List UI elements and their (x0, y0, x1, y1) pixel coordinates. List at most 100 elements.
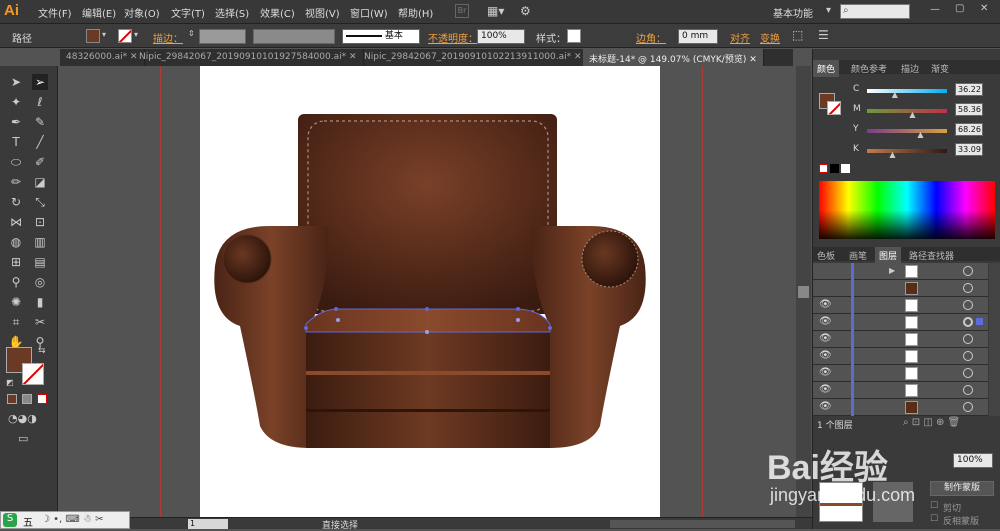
tab-doc-2[interactable]: Nipic_29842067_20190910101927584000.ai* … (133, 49, 364, 66)
slice-tool-icon[interactable]: ✂ (32, 314, 48, 330)
menu-view[interactable]: 视图(V) (305, 5, 340, 20)
pencil-tool-icon[interactable]: ✏ (8, 174, 24, 190)
layer-row[interactable]: 👁 (813, 331, 988, 348)
channel-m-thumb[interactable]: ▲ (909, 110, 915, 119)
stroke-weight-label[interactable]: 描边： (153, 30, 183, 45)
target-circle-icon[interactable] (963, 368, 973, 378)
swap-fill-stroke-icon[interactable]: ⇆ (38, 346, 46, 356)
chair-base[interactable] (306, 332, 550, 448)
blend-tool-icon[interactable]: ◎ (32, 274, 48, 290)
free-transform-tool-icon[interactable]: ⊡ (32, 214, 48, 230)
menu-effect[interactable]: 效果(C) (260, 5, 295, 20)
canvas-area[interactable] (60, 66, 793, 517)
bridge-button[interactable]: Br (455, 4, 469, 18)
clip-checkbox[interactable]: ☐ (930, 501, 938, 511)
control-panel-menu-icon[interactable]: ☰ (818, 28, 829, 42)
stroke-weight-field[interactable] (199, 29, 246, 44)
channel-c-thumb[interactable]: ▲ (892, 90, 898, 99)
visibility-eye-icon[interactable]: 👁 (819, 401, 832, 413)
rotate-tool-icon[interactable]: ↻ (8, 194, 24, 210)
menu-help[interactable]: 帮助(H) (398, 5, 433, 20)
scrollbar-thumb[interactable] (798, 286, 809, 298)
layer-row[interactable]: 👁 (813, 365, 988, 382)
graphic-style-swatch[interactable] (567, 29, 581, 43)
channel-k-track[interactable] (867, 149, 947, 153)
gpu-performance-icon[interactable]: ⚙ (520, 4, 531, 18)
layer-row[interactable]: 👁 (813, 314, 988, 331)
close-window-button[interactable]: ✕ (980, 3, 988, 14)
isolate-object-icon[interactable]: ⬚ (792, 28, 803, 42)
visibility-eye-icon[interactable]: 👁 (819, 299, 832, 311)
layers-list[interactable]: ▶ 👁 👁 👁 👁 👁 👁 👁 (813, 263, 988, 416)
workspace-switcher[interactable]: 基本功能 (773, 5, 813, 20)
horizontal-scrollbar[interactable] (610, 520, 795, 528)
stroke-swatch[interactable] (118, 29, 132, 43)
target-circle-icon[interactable] (963, 385, 973, 395)
expand-arrow-icon[interactable]: ▶ (889, 266, 895, 275)
channel-c-value[interactable]: 36.22 (955, 83, 983, 96)
layer-row[interactable]: 👁 (813, 399, 988, 416)
make-mask-button[interactable]: 制作蒙版 (930, 481, 994, 496)
target-circle-selected-icon[interactable] (963, 317, 973, 327)
layers-scrollbar[interactable] (989, 263, 1000, 416)
anchor-point[interactable] (516, 307, 520, 311)
color-mode-icon[interactable] (7, 394, 17, 404)
minimize-button[interactable]: — (930, 4, 940, 15)
menu-select[interactable]: 选择(S) (215, 5, 249, 20)
variable-width-profile[interactable] (253, 29, 335, 44)
layer-footer-icons[interactable]: ⌕ ⊡ ◫ ⊕ 🗑 (903, 417, 960, 428)
magic-wand-tool-icon[interactable]: ✦ (8, 94, 24, 110)
line-tool-icon[interactable]: ╱ (32, 134, 48, 150)
menu-edit[interactable]: 编辑(E) (82, 5, 116, 20)
fill-dropdown-icon[interactable]: ▾ (102, 30, 106, 39)
ime-mode-label[interactable]: 五 (23, 514, 33, 529)
fill-swatch[interactable] (86, 29, 100, 43)
layer-row[interactable]: 👁 (813, 382, 988, 399)
menu-object[interactable]: 对象(O) (124, 5, 160, 20)
ellipse-tool-icon[interactable]: ⬭ (8, 154, 24, 170)
none-mode-icon[interactable] (37, 394, 47, 404)
artboard-number-field[interactable]: 1 (188, 519, 228, 529)
ime-tool-icons[interactable]: ☽ •, ⌨ ☃ ✂ (41, 514, 104, 525)
paintbrush-tool-icon[interactable]: ✐ (32, 154, 48, 170)
seat-cushion-selected[interactable] (305, 308, 551, 333)
tab-brushes[interactable]: 画笔 (845, 247, 871, 264)
curvature-tool-icon[interactable]: ✎ (32, 114, 48, 130)
layer-row[interactable]: 👁 (813, 348, 988, 365)
lasso-tool-icon[interactable]: ℓ (32, 94, 48, 110)
layer-row[interactable]: ▶ (813, 263, 988, 280)
anchor-point[interactable] (334, 307, 338, 311)
gradient-mode-icon[interactable] (22, 394, 32, 404)
transparency-opacity-field[interactable]: 100% (953, 453, 993, 468)
artboard[interactable] (200, 66, 660, 517)
none-swatch[interactable] (819, 164, 828, 173)
arrange-documents-icon[interactable]: ▦▾ (487, 4, 504, 18)
tab-color[interactable]: 颜色 (813, 60, 840, 77)
tab-stroke[interactable]: 描边 (897, 60, 923, 77)
channel-k-thumb[interactable]: ▲ (889, 150, 895, 159)
selection-indicator[interactable] (976, 318, 983, 325)
menu-window[interactable]: 窗口(W) (350, 5, 388, 20)
anchor-point[interactable] (548, 326, 552, 330)
invert-mask-checkbox[interactable]: ☐ (930, 514, 938, 524)
layer-row[interactable]: 👁 (813, 297, 988, 314)
stroke-color-box[interactable] (22, 363, 44, 385)
eyedropper-tool-icon[interactable]: ⚲ (8, 274, 24, 290)
white-swatch[interactable] (841, 164, 850, 173)
armchair-illustration[interactable] (200, 66, 660, 517)
perspective-grid-tool-icon[interactable]: ▥ (32, 234, 48, 250)
menu-file[interactable]: 文件(F) (38, 5, 72, 20)
visibility-eye-icon[interactable]: 👁 (819, 384, 832, 396)
target-circle-icon[interactable] (963, 351, 973, 361)
corner-radius-field[interactable]: 0 mm (678, 29, 718, 44)
target-circle-icon[interactable] (963, 283, 973, 293)
visibility-eye-icon[interactable]: 👁 (819, 350, 832, 362)
channel-m-track[interactable] (867, 109, 947, 113)
tab-doc-active[interactable]: 未标题-14* @ 149.07% (CMYK/预览) ✕ (583, 49, 764, 66)
tab-pathfinder[interactable]: 路径查找器 (905, 247, 958, 264)
channel-k-value[interactable]: 33.09 (955, 143, 983, 156)
visibility-eye-icon[interactable]: 👁 (819, 367, 832, 379)
search-help-field[interactable]: ⌕ (840, 4, 910, 19)
stroke-weight-stepper-icon[interactable]: ⇕ (188, 29, 195, 38)
align-link[interactable]: 对齐 (730, 30, 750, 45)
